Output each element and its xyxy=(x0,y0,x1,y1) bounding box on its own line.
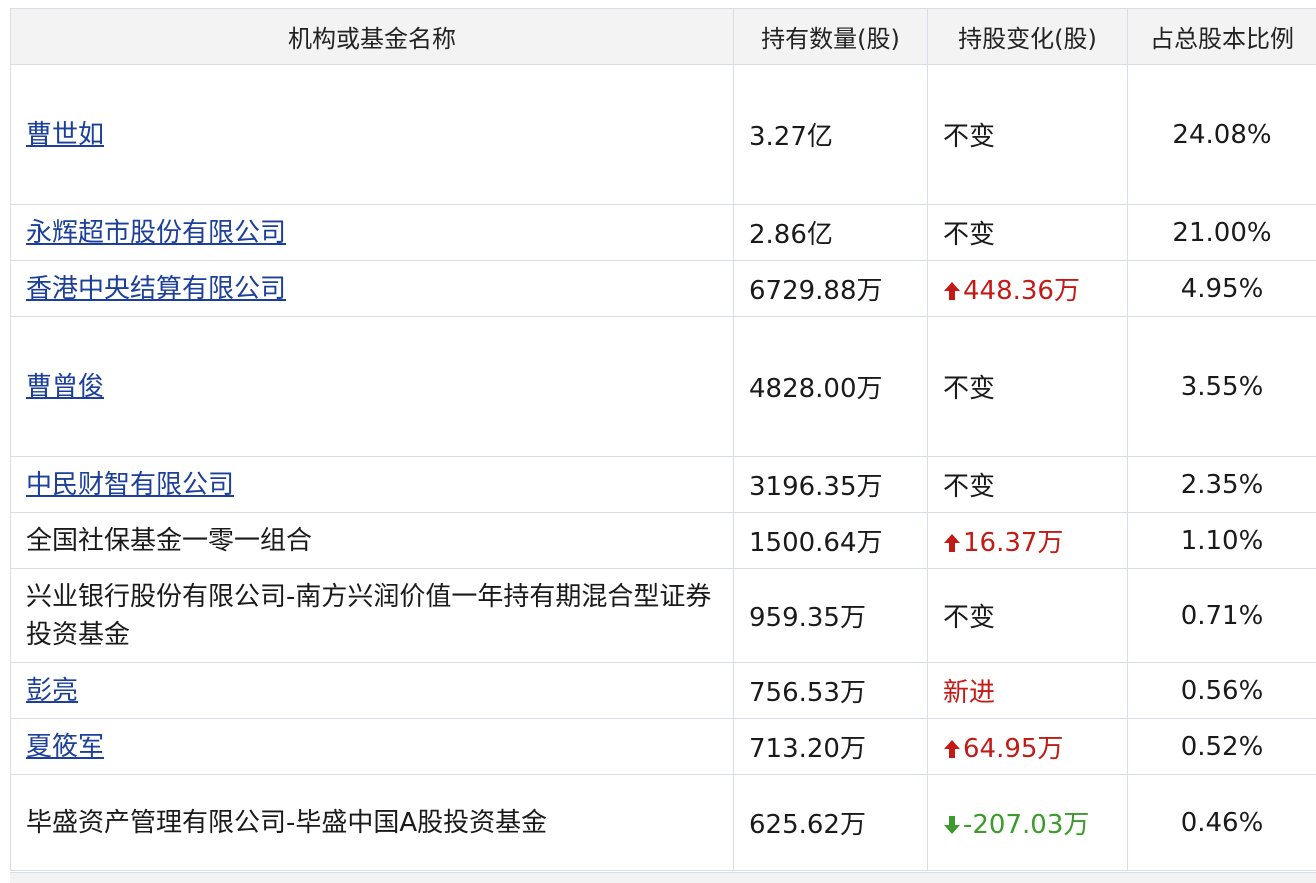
table-row: 毕盛资产管理有限公司-毕盛中国A股投资基金 625.62万 -207.03万 0.46… xyxy=(11,775,1316,871)
holder-name-cell[interactable]: 夏筱军 xyxy=(11,719,734,775)
table-row: 中民财智有限公司 3196.35万不变 2.35% xyxy=(11,457,1316,513)
change-cell: 448.36万 xyxy=(928,261,1128,317)
percent-cell: 1.10% xyxy=(1128,513,1316,569)
holder-name-link[interactable]: 曹曾俊 xyxy=(26,372,104,402)
change-value: 不变 xyxy=(943,603,995,633)
table-header-row: 机构或基金名称 持有数量(股) 持股变化(股) 占总股本比例 xyxy=(11,9,1316,65)
quantity-cell: 6729.88万 xyxy=(734,261,928,317)
percent-cell: 0.56% xyxy=(1128,663,1316,719)
holder-name-cell: 兴业银行股份有限公司-南方兴润价值一年持有期混合型证券投资基金 xyxy=(11,569,734,663)
holder-name-cell[interactable]: 永辉超市股份有限公司 xyxy=(11,205,734,261)
arrow-up-icon xyxy=(943,533,961,553)
change-cell: 不变 xyxy=(928,65,1128,205)
quantity-cell: 2.86亿 xyxy=(734,205,928,261)
holder-name-cell: 毕盛资产管理有限公司-毕盛中国A股投资基金 xyxy=(11,775,734,871)
holder-name-link[interactable]: 夏筱军 xyxy=(26,732,104,762)
change-value: -207.03万 xyxy=(963,810,1089,840)
percent-cell: 4.95% xyxy=(1128,261,1316,317)
percent-cell: 24.08% xyxy=(1128,65,1316,205)
quantity-cell: 1500.64万 xyxy=(734,513,928,569)
arrow-down-icon xyxy=(943,815,961,835)
change-cell: 不变 xyxy=(928,317,1128,457)
percent-cell: 0.52% xyxy=(1128,719,1316,775)
change-cell: 不变 xyxy=(928,569,1128,663)
holder-name-link[interactable]: 香港中央结算有限公司 xyxy=(26,274,286,304)
holder-name-link[interactable]: 中民财智有限公司 xyxy=(26,470,234,500)
holder-name-cell[interactable]: 香港中央结算有限公司 xyxy=(11,261,734,317)
change-cell: 不变 xyxy=(928,457,1128,513)
holder-name-link[interactable]: 彭亮 xyxy=(26,676,78,706)
percent-cell: 3.55% xyxy=(1128,317,1316,457)
change-value: 新进 xyxy=(943,678,995,708)
percent-cell: 2.35% xyxy=(1128,457,1316,513)
shareholders-table: 机构或基金名称 持有数量(股) 持股变化(股) 占总股本比例 曹世如3.27亿不… xyxy=(10,8,1316,871)
change-value: 不变 xyxy=(943,122,995,152)
table-row: 彭亮 756.53万新进 0.56% xyxy=(11,663,1316,719)
change-cell: 新进 xyxy=(928,663,1128,719)
holder-name-cell: 全国社保基金一零一组合 xyxy=(11,513,734,569)
holder-name-text: 兴业银行股份有限公司-南方兴润价值一年持有期混合型证券投资基金 xyxy=(26,582,711,650)
header-change: 持股变化(股) xyxy=(928,9,1128,65)
table-row: 全国社保基金一零一组合 1500.64万 16.37万 1.10% xyxy=(11,513,1316,569)
quantity-cell: 4828.00万 xyxy=(734,317,928,457)
change-cell: 16.37万 xyxy=(928,513,1128,569)
arrow-up-icon xyxy=(943,739,961,759)
header-percent: 占总股本比例 xyxy=(1128,9,1316,65)
holder-name-cell[interactable]: 中民财智有限公司 xyxy=(11,457,734,513)
quantity-cell: 625.62万 xyxy=(734,775,928,871)
quantity-cell: 756.53万 xyxy=(734,663,928,719)
table-row: 曹世如 3.27亿不变 24.08% xyxy=(11,65,1316,205)
percent-cell: 0.46% xyxy=(1128,775,1316,871)
table-row: 香港中央结算有限公司 6729.88万 448.36万 4.95% xyxy=(11,261,1316,317)
quantity-cell: 3.27亿 xyxy=(734,65,928,205)
change-value: 448.36万 xyxy=(963,276,1080,306)
change-value: 不变 xyxy=(943,472,995,502)
header-holder-name: 机构或基金名称 xyxy=(11,9,734,65)
change-cell: 64.95万 xyxy=(928,719,1128,775)
header-quantity: 持有数量(股) xyxy=(734,9,928,65)
table-row: 曹曾俊 4828.00万不变 3.55% xyxy=(11,317,1316,457)
quantity-cell: 713.20万 xyxy=(734,719,928,775)
percent-cell: 0.71% xyxy=(1128,569,1316,663)
change-value: 64.95万 xyxy=(963,734,1063,764)
percent-cell: 21.00% xyxy=(1128,205,1316,261)
change-value: 不变 xyxy=(943,374,995,404)
holder-name-cell[interactable]: 彭亮 xyxy=(11,663,734,719)
table-footer-strip xyxy=(10,872,1316,883)
holder-name-link[interactable]: 曹世如 xyxy=(26,120,104,150)
holder-name-cell[interactable]: 曹曾俊 xyxy=(11,317,734,457)
table-row: 兴业银行股份有限公司-南方兴润价值一年持有期混合型证券投资基金 959.35万不变… xyxy=(11,569,1316,663)
holder-name-text: 全国社保基金一零一组合 xyxy=(26,526,312,556)
change-cell: 不变 xyxy=(928,205,1128,261)
holder-name-cell[interactable]: 曹世如 xyxy=(11,65,734,205)
quantity-cell: 959.35万 xyxy=(734,569,928,663)
holder-name-link[interactable]: 永辉超市股份有限公司 xyxy=(26,218,286,248)
change-value: 16.37万 xyxy=(963,528,1063,558)
holder-name-text: 毕盛资产管理有限公司-毕盛中国A股投资基金 xyxy=(26,808,547,838)
table-row: 永辉超市股份有限公司 2.86亿不变 21.00% xyxy=(11,205,1316,261)
change-value: 不变 xyxy=(943,220,995,250)
arrow-up-icon xyxy=(943,281,961,301)
change-cell: -207.03万 xyxy=(928,775,1128,871)
table-row: 夏筱军 713.20万 64.95万 0.52% xyxy=(11,719,1316,775)
quantity-cell: 3196.35万 xyxy=(734,457,928,513)
